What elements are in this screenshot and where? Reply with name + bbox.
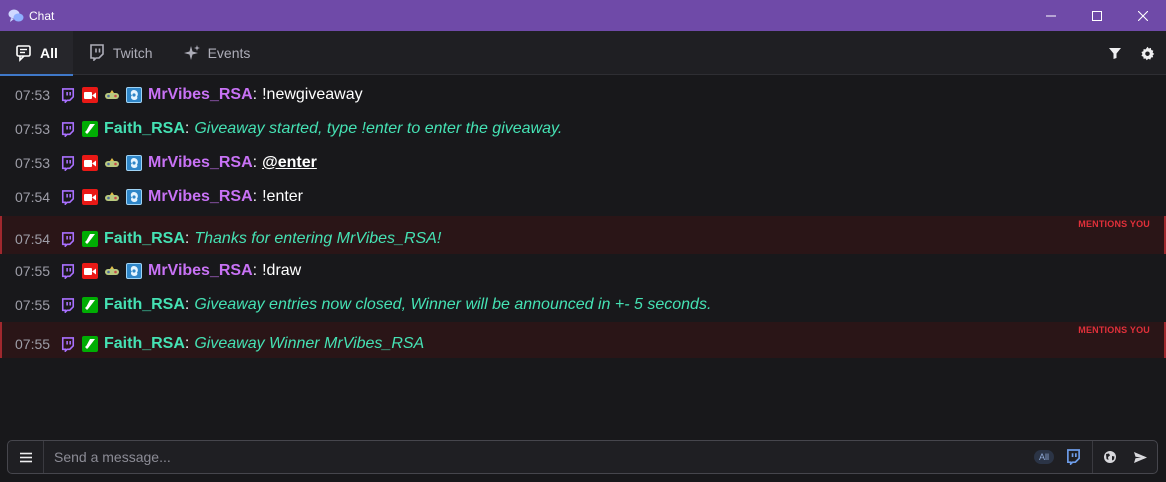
- chat-message: 07:53 MrVibes_RSA : !newgiveaway: [0, 78, 1166, 112]
- subscriber-badge-icon: [126, 87, 142, 103]
- send-icon[interactable]: [1131, 448, 1149, 466]
- broadcaster-badge-icon: [82, 87, 98, 103]
- chat-bubbles-icon: [8, 8, 24, 24]
- message-text: Giveaway started, type !enter to enter t…: [194, 120, 563, 137]
- username-separator: :: [252, 86, 258, 103]
- twitch-icon: [60, 297, 76, 313]
- gear-icon[interactable]: [1138, 44, 1156, 62]
- message-time: 07:54: [15, 189, 51, 205]
- tab-bar: All Twitch Events: [0, 30, 1166, 76]
- twitch-icon: [60, 121, 76, 137]
- tab-all-label: All: [40, 44, 58, 61]
- username[interactable]: MrVibes_RSA: [148, 86, 253, 104]
- message-time: 07:54: [15, 231, 51, 247]
- tab-events-label: Events: [207, 44, 251, 61]
- close-button[interactable]: [1120, 0, 1166, 31]
- moderator-badge-icon: [82, 121, 98, 137]
- filter-icon[interactable]: [1106, 44, 1124, 62]
- gamepad-badge-icon: [104, 263, 120, 279]
- mention-tag: MENTIONS YOU: [1078, 219, 1150, 229]
- globe-icon[interactable]: [1101, 448, 1119, 466]
- twitch-icon: [60, 87, 76, 103]
- message-text: Giveaway entries now closed, Winner will…: [194, 296, 712, 313]
- message-text: !newgiveaway: [262, 86, 363, 103]
- subscriber-badge-icon: [126, 263, 142, 279]
- tab-events[interactable]: Events: [168, 31, 266, 75]
- username-separator: :: [252, 154, 258, 171]
- chat-message: 07:53 MrVibes_RSA : @enter: [0, 146, 1166, 180]
- mention-message: MENTIONS YOU 07:55 Faith_RSA : Giveaway …: [0, 322, 1166, 358]
- username[interactable]: MrVibes_RSA: [148, 262, 253, 280]
- moderator-badge-icon: [82, 336, 98, 352]
- username[interactable]: MrVibes_RSA: [148, 188, 253, 206]
- broadcaster-badge-icon: [82, 155, 98, 171]
- broadcaster-badge-icon: [82, 263, 98, 279]
- username[interactable]: Faith_RSA: [104, 230, 185, 248]
- username[interactable]: Faith_RSA: [104, 296, 185, 314]
- chat-message: 07:55 Faith_RSA : Giveaway entries now c…: [0, 288, 1166, 322]
- gamepad-badge-icon: [104, 155, 120, 171]
- username[interactable]: Faith_RSA: [104, 120, 185, 138]
- username-separator: :: [252, 188, 258, 205]
- username[interactable]: Faith_RSA: [104, 335, 185, 353]
- title-bar: Chat: [0, 0, 1166, 31]
- twitch-icon: [88, 44, 106, 62]
- username[interactable]: MrVibes_RSA: [148, 154, 253, 172]
- message-input[interactable]: [44, 441, 1034, 473]
- username-separator: :: [252, 262, 258, 279]
- username-separator: :: [184, 230, 190, 247]
- gamepad-badge-icon: [104, 87, 120, 103]
- message-time: 07:53: [15, 121, 51, 137]
- twitch-icon: [60, 263, 76, 279]
- target-pill[interactable]: All: [1033, 450, 1054, 464]
- menu-icon[interactable]: [8, 441, 44, 473]
- subscriber-badge-icon: [126, 189, 142, 205]
- mention-link[interactable]: @enter: [262, 154, 317, 172]
- message-time: 07:55: [15, 297, 51, 313]
- mention-message: MENTIONS YOU 07:54 Faith_RSA : Thanks fo…: [0, 216, 1166, 254]
- message-text: !draw: [262, 262, 302, 279]
- chat-message: 07:54 MrVibes_RSA : !enter: [0, 180, 1166, 214]
- message-time: 07:55: [15, 263, 51, 279]
- message-list: 07:53 MrVibes_RSA : !newgiveaway 07:53 F…: [0, 78, 1166, 358]
- mention-tag: MENTIONS YOU: [1078, 325, 1150, 335]
- composer-actions: [1092, 441, 1157, 473]
- broadcaster-badge-icon: [82, 189, 98, 205]
- twitch-icon: [60, 231, 76, 247]
- twitch-icon[interactable]: [1062, 446, 1084, 468]
- message-time: 07:53: [15, 155, 51, 171]
- chat-message: 07:53 Faith_RSA : Giveaway started, type…: [0, 112, 1166, 146]
- message-composer: All: [7, 440, 1158, 474]
- twitch-icon: [60, 189, 76, 205]
- message-time: 07:53: [15, 87, 51, 103]
- message-text: Giveaway Winner MrVibes_RSA: [194, 335, 425, 352]
- username-separator: :: [184, 296, 190, 313]
- message-text: !enter: [262, 188, 304, 205]
- chat-message: 07:55 MrVibes_RSA : !draw: [0, 254, 1166, 288]
- sparkles-icon: [183, 44, 201, 62]
- moderator-badge-icon: [82, 231, 98, 247]
- username-separator: :: [184, 335, 190, 352]
- subscriber-badge-icon: [126, 155, 142, 171]
- username-separator: :: [184, 120, 190, 137]
- maximize-button[interactable]: [1074, 0, 1120, 31]
- message-text: Thanks for entering MrVibes_RSA!: [194, 230, 442, 247]
- gamepad-badge-icon: [104, 189, 120, 205]
- chat-list-icon: [15, 44, 33, 62]
- twitch-icon: [60, 155, 76, 171]
- twitch-icon: [60, 336, 76, 352]
- tab-twitch-label: Twitch: [112, 44, 153, 61]
- moderator-badge-icon: [82, 297, 98, 313]
- tab-twitch[interactable]: Twitch: [73, 31, 168, 75]
- window-title: Chat: [29, 8, 55, 23]
- message-time: 07:55: [15, 336, 51, 352]
- tab-all[interactable]: All: [0, 30, 73, 76]
- minimize-button[interactable]: [1028, 0, 1074, 31]
